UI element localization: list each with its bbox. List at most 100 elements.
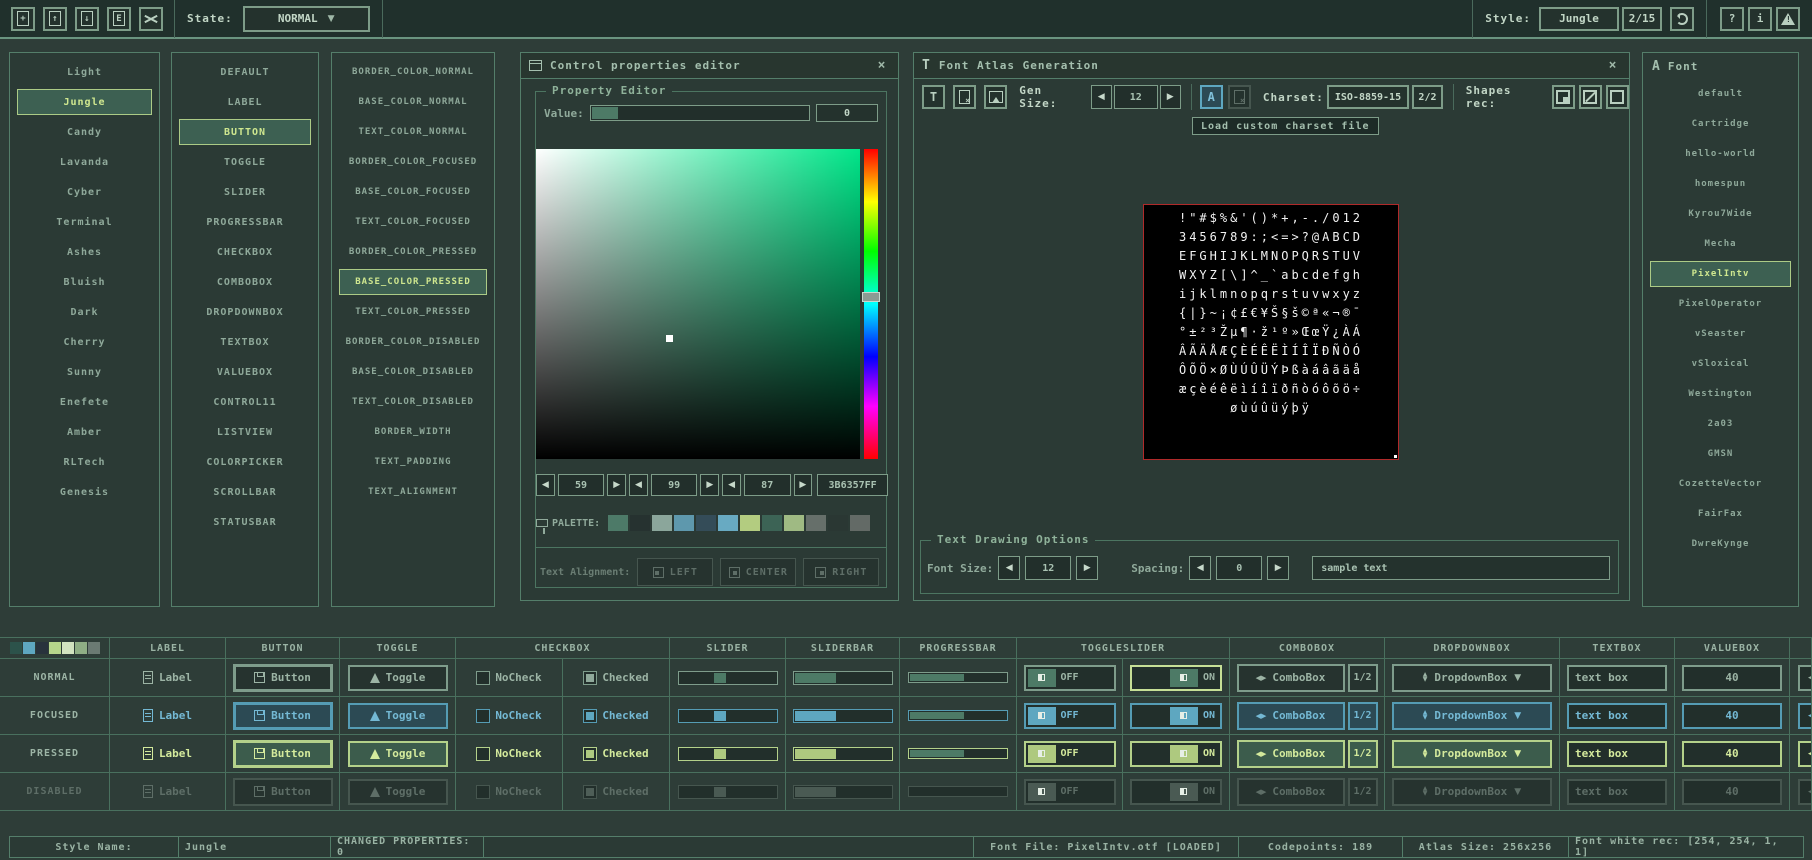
control-list-item[interactable]: COLORPICKER	[179, 449, 311, 475]
property-list-item[interactable]: BORDER_COLOR_PRESSED	[339, 239, 487, 265]
sample-button[interactable]: Button	[233, 664, 333, 692]
font-list-item[interactable]: PixelOperator	[1650, 291, 1791, 317]
sample-checkbox-checked[interactable]: Checked	[583, 747, 648, 761]
sample-checkbox-unchecked[interactable]: NoCheck	[476, 709, 541, 723]
style-name-box[interactable]: Jungle	[1539, 7, 1619, 31]
style-list-item[interactable]: Light	[17, 59, 152, 85]
sample-sliderbar[interactable]	[793, 785, 893, 799]
sample-valuebox[interactable]: 40	[1682, 779, 1782, 805]
font-list-item[interactable]: PixelIntv	[1650, 261, 1791, 287]
font-atlas-preview[interactable]: !"#$%&'()*+,-./0123456789:;<=>?@ABCDEFGH…	[1143, 204, 1399, 460]
property-list-item[interactable]: BASE_COLOR_NORMAL	[339, 89, 487, 115]
export-file-button[interactable]: E	[107, 7, 131, 31]
property-list-item[interactable]: BASE_COLOR_DISABLED	[339, 359, 487, 385]
sample-spinner-partial[interactable]: ◀	[1798, 779, 1812, 805]
font-list-item[interactable]: FairFax	[1650, 501, 1791, 527]
slider-knob[interactable]	[714, 787, 726, 797]
sample-checkbox-unchecked[interactable]: NoCheck	[476, 671, 541, 685]
style-counter[interactable]: 2/15	[1622, 7, 1662, 31]
palette-swatch[interactable]	[652, 515, 672, 531]
slider-knob[interactable]	[714, 749, 726, 759]
font-list-item[interactable]: GMSN	[1650, 441, 1791, 467]
control-list-item[interactable]: LISTVIEW	[179, 419, 311, 445]
font-list-item[interactable]: Cartridge	[1650, 111, 1791, 137]
gen-size-increase-button[interactable]: ▶	[1160, 85, 1181, 109]
property-list-item[interactable]: BORDER_WIDTH	[339, 419, 487, 445]
hue-slider-handle[interactable]	[862, 292, 880, 302]
control-list-item[interactable]: STATUSBAR	[179, 509, 311, 535]
state-dropdown[interactable]: NORMAL ▼	[243, 6, 370, 32]
sample-textbox[interactable]: text box	[1567, 665, 1667, 691]
control-list-item[interactable]: TOGGLE	[179, 149, 311, 175]
sample-toggle[interactable]: Toggle	[348, 665, 448, 691]
sample-dropdownbox[interactable]: ▲▼ DropdownBox ▼	[1392, 664, 1552, 692]
sample-sliderbar[interactable]	[793, 709, 893, 723]
gen-size-value[interactable]: 12	[1114, 85, 1158, 109]
sample-button[interactable]: Button	[233, 778, 333, 806]
control-list-item[interactable]: COMBOBOX	[179, 269, 311, 295]
control-list-item[interactable]: DROPDOWNBOX	[179, 299, 311, 325]
palette-swatch[interactable]	[806, 515, 826, 531]
font-list-item[interactable]: hello-world	[1650, 141, 1791, 167]
control-list-item[interactable]: SCROLLBAR	[179, 479, 311, 505]
sample-valuebox[interactable]: 40	[1682, 665, 1782, 691]
font-size-decrease-button[interactable]: ◀	[998, 556, 1020, 580]
shapes-rec-diagonal-button[interactable]	[1579, 85, 1602, 109]
sample-spinner-partial[interactable]: ◀	[1798, 703, 1812, 729]
palette-swatch[interactable]	[608, 515, 628, 531]
control-list-item[interactable]: CHECKBOX	[179, 239, 311, 265]
load-charset-button[interactable]: A	[1200, 85, 1223, 109]
sample-textbox[interactable]: text box	[1567, 779, 1667, 805]
control-list-item[interactable]: VALUEBOX	[179, 359, 311, 385]
style-list-item[interactable]: Amber	[17, 419, 152, 445]
sample-toggleslider-on[interactable]: ON	[1130, 665, 1222, 691]
font-list-item[interactable]: vSloxical	[1650, 351, 1791, 377]
sample-slider[interactable]	[678, 747, 778, 761]
issue-report-button[interactable]	[1776, 7, 1800, 31]
charset-file-button[interactable]	[1228, 85, 1251, 109]
property-list-item[interactable]: BORDER_COLOR_NORMAL	[339, 59, 487, 85]
gen-size-decrease-button[interactable]: ◀	[1091, 85, 1112, 109]
font-list-item[interactable]: DwreKynge	[1650, 531, 1791, 557]
info-button[interactable]: i	[1748, 7, 1772, 31]
font-list-item[interactable]: homespun	[1650, 171, 1791, 197]
saturation-value[interactable]: 99	[651, 474, 698, 496]
property-list-item[interactable]: TEXT_COLOR_DISABLED	[339, 389, 487, 415]
sample-checkbox-checked[interactable]: Checked	[583, 671, 648, 685]
align-left-button[interactable]: LEFT	[637, 558, 713, 586]
sample-spinner-partial[interactable]: ◀	[1798, 665, 1812, 691]
sample-spinner-partial[interactable]: ◀	[1798, 741, 1812, 767]
property-list-item[interactable]: BASE_COLOR_FOCUSED	[339, 179, 487, 205]
color-picker-marker[interactable]	[666, 335, 673, 342]
palette-swatch[interactable]	[718, 515, 738, 531]
control-list-item[interactable]: CONTROL11	[179, 389, 311, 415]
sample-toggle[interactable]: Toggle	[348, 741, 448, 767]
style-list-item[interactable]: Sunny	[17, 359, 152, 385]
style-list-item[interactable]: Lavanda	[17, 149, 152, 175]
font-list-item[interactable]: Westington	[1650, 381, 1791, 407]
align-center-button[interactable]: CENTER	[720, 558, 796, 586]
spinner-right-button[interactable]: ▶	[700, 474, 719, 496]
spinner-left-button[interactable]: ◀	[722, 474, 741, 496]
style-list-item[interactable]: Cherry	[17, 329, 152, 355]
sample-checkbox-unchecked[interactable]: NoCheck	[476, 785, 541, 799]
sample-toggleslider-on[interactable]: ON	[1130, 741, 1222, 767]
font-text-button[interactable]: T	[922, 85, 945, 109]
sample-dropdownbox[interactable]: ▲▼ DropdownBox ▼	[1392, 702, 1552, 730]
control-list-item[interactable]: PROGRESSBAR	[179, 209, 311, 235]
hue-slider[interactable]	[864, 149, 878, 459]
style-list-item[interactable]: RLTech	[17, 449, 152, 475]
help-button[interactable]: ?	[1720, 7, 1744, 31]
sample-toggleslider-off[interactable]: OFF	[1024, 741, 1116, 767]
sample-toggleslider-on[interactable]: ON	[1130, 703, 1222, 729]
shapes-rec-empty-button[interactable]	[1606, 85, 1629, 109]
sample-combobox[interactable]: ◀▶ComboBox 1/2	[1237, 664, 1378, 692]
palette-swatch[interactable]	[696, 515, 716, 531]
sample-toggleslider-off[interactable]: OFF	[1024, 703, 1116, 729]
palette-swatch[interactable]	[784, 515, 804, 531]
randomize-style-button[interactable]	[139, 7, 163, 31]
palette-swatch[interactable]	[762, 515, 782, 531]
sample-slider[interactable]	[678, 709, 778, 723]
style-list-item[interactable]: Terminal	[17, 209, 152, 235]
sample-button[interactable]: Button	[233, 702, 333, 730]
